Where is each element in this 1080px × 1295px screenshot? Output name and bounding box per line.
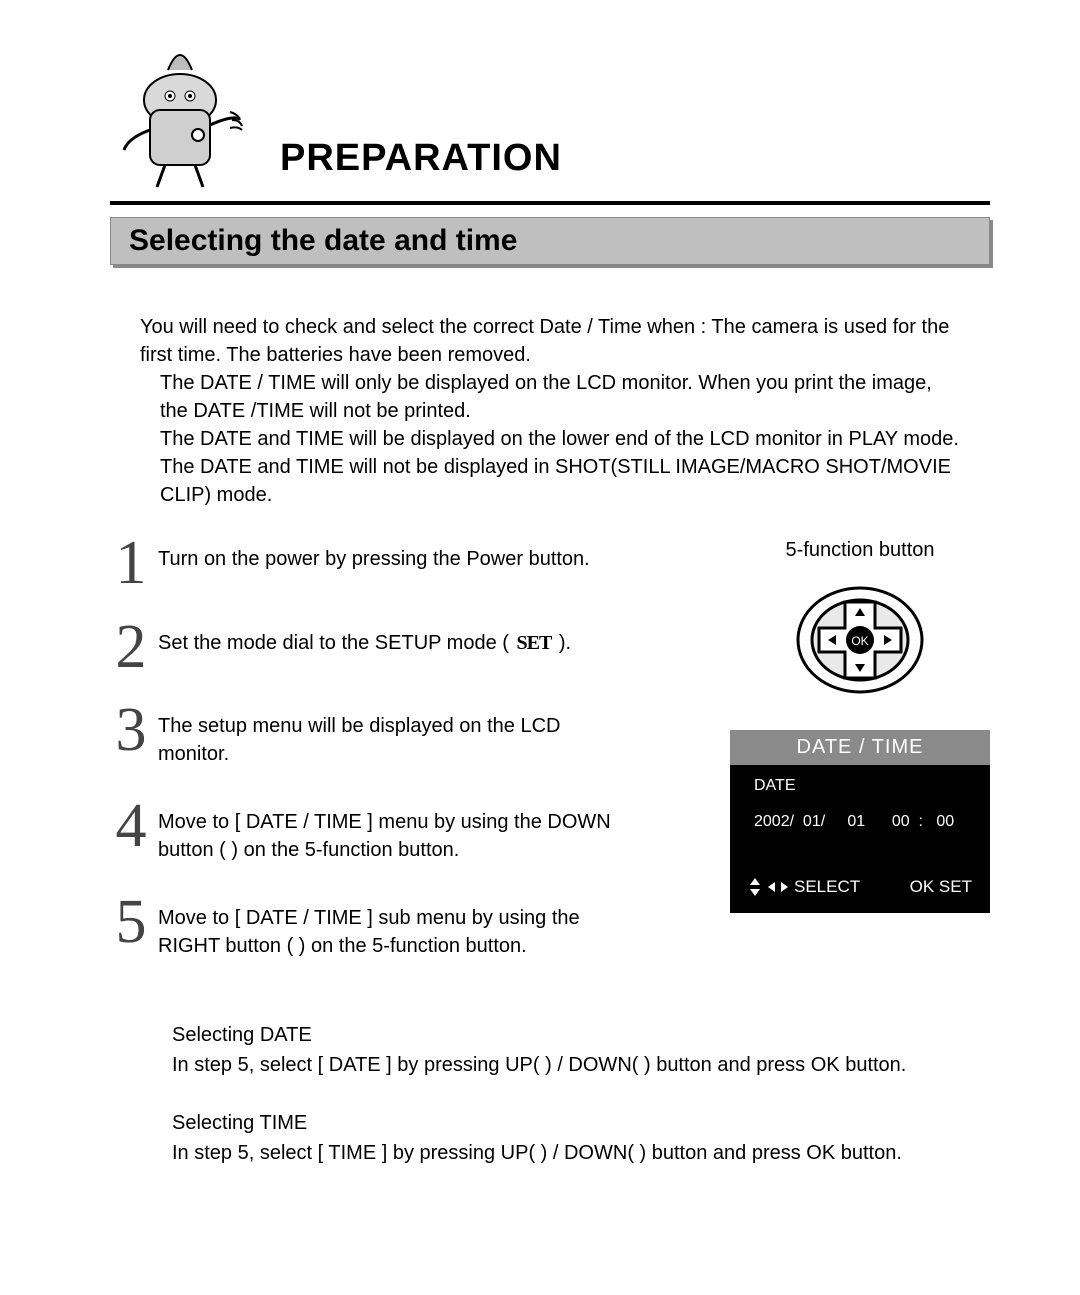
selecting-time-heading: Selecting TIME [172, 1108, 990, 1138]
step-2: 2 Set the mode dial to the SETUP mode ( … [110, 623, 710, 673]
manual-page: PREPARATION Selecting the date and time … [0, 0, 1080, 1295]
lcd-select-label: SELECT [794, 877, 860, 897]
intro-text: You will need to check and select the co… [140, 313, 960, 369]
lcd-footer: SELECT OK SET [730, 863, 990, 903]
lcd-date-row: DATE [730, 765, 990, 795]
step-number: 5 [110, 898, 152, 948]
ok-label: OK [851, 634, 868, 648]
step-1: 1 Turn on the power by pressing the Powe… [110, 539, 710, 589]
dpad-illustration: OK [730, 580, 990, 700]
post-steps: Selecting DATE In step 5, select [ DATE … [172, 1020, 990, 1168]
up-down-icon [748, 878, 762, 896]
lcd-okset-label: OK SET [910, 877, 972, 897]
step-text: Move to [ DATE / TIME ] menu by using th… [158, 802, 628, 864]
steps-list: 1 Turn on the power by pressing the Powe… [110, 539, 710, 994]
step-text: Set the mode dial to the SETUP mode ( SE… [158, 623, 571, 657]
intro-sub-2: The DATE and TIME will be displayed on t… [140, 425, 960, 453]
step-number: 2 [110, 623, 152, 673]
intro-sub-3: The DATE and TIME will not be displayed … [140, 453, 960, 509]
mascot-icon [110, 30, 250, 195]
intro-sub-1: The DATE / TIME will only be displayed o… [140, 369, 960, 425]
steps-area: 1 Turn on the power by pressing the Powe… [110, 539, 990, 994]
dpad-icon: OK [790, 580, 930, 700]
page-title: PREPARATION [280, 137, 562, 180]
lcd-title: DATE / TIME [730, 730, 990, 765]
selecting-time-block: Selecting TIME In step 5, select [ TIME … [172, 1108, 990, 1168]
lcd-values: 2002/ 01/ 01 00 : 00 [730, 795, 990, 843]
selecting-date-heading: Selecting DATE [172, 1020, 990, 1050]
step-3: 3 The setup menu will be displayed on th… [110, 706, 710, 768]
step-text-a: Set the mode dial to the SETUP mode ( [158, 632, 514, 654]
dpad-caption: 5-function button [730, 539, 990, 562]
section-title: Selecting the date and time [110, 217, 990, 265]
step-text: The setup menu will be displayed on the … [158, 706, 628, 768]
header-rule [110, 201, 990, 205]
lcd-date-label: DATE [754, 777, 795, 794]
lcd-preview: DATE / TIME DATE 2002/ 01/ 01 00 : 00 SE… [730, 730, 990, 913]
step-text-b: ). [553, 632, 571, 654]
step-text: Turn on the power by pressing the Power … [158, 539, 590, 573]
step-4: 4 Move to [ DATE / TIME ] menu by using … [110, 802, 710, 864]
step-number: 3 [110, 706, 152, 756]
selecting-time-text: In step 5, select [ TIME ] by pressing U… [172, 1138, 990, 1168]
step-text: Move to [ DATE / TIME ] sub menu by usin… [158, 898, 628, 960]
step-number: 4 [110, 802, 152, 852]
set-mode-icon: SET [514, 629, 553, 657]
step-number: 1 [110, 539, 152, 589]
left-right-icon [768, 881, 788, 893]
lcd-nav-icons: SELECT [748, 877, 860, 897]
intro-block: You will need to check and select the co… [140, 313, 960, 509]
step-5: 5 Move to [ DATE / TIME ] sub menu by us… [110, 898, 710, 960]
mascot-illustration [110, 30, 250, 195]
right-column: 5-function button OK DATE / TIME DA [730, 539, 990, 913]
selecting-date-block: Selecting DATE In step 5, select [ DATE … [172, 1020, 990, 1080]
selecting-date-text: In step 5, select [ DATE ] by pressing U… [172, 1050, 990, 1080]
header-row: PREPARATION [110, 30, 990, 195]
